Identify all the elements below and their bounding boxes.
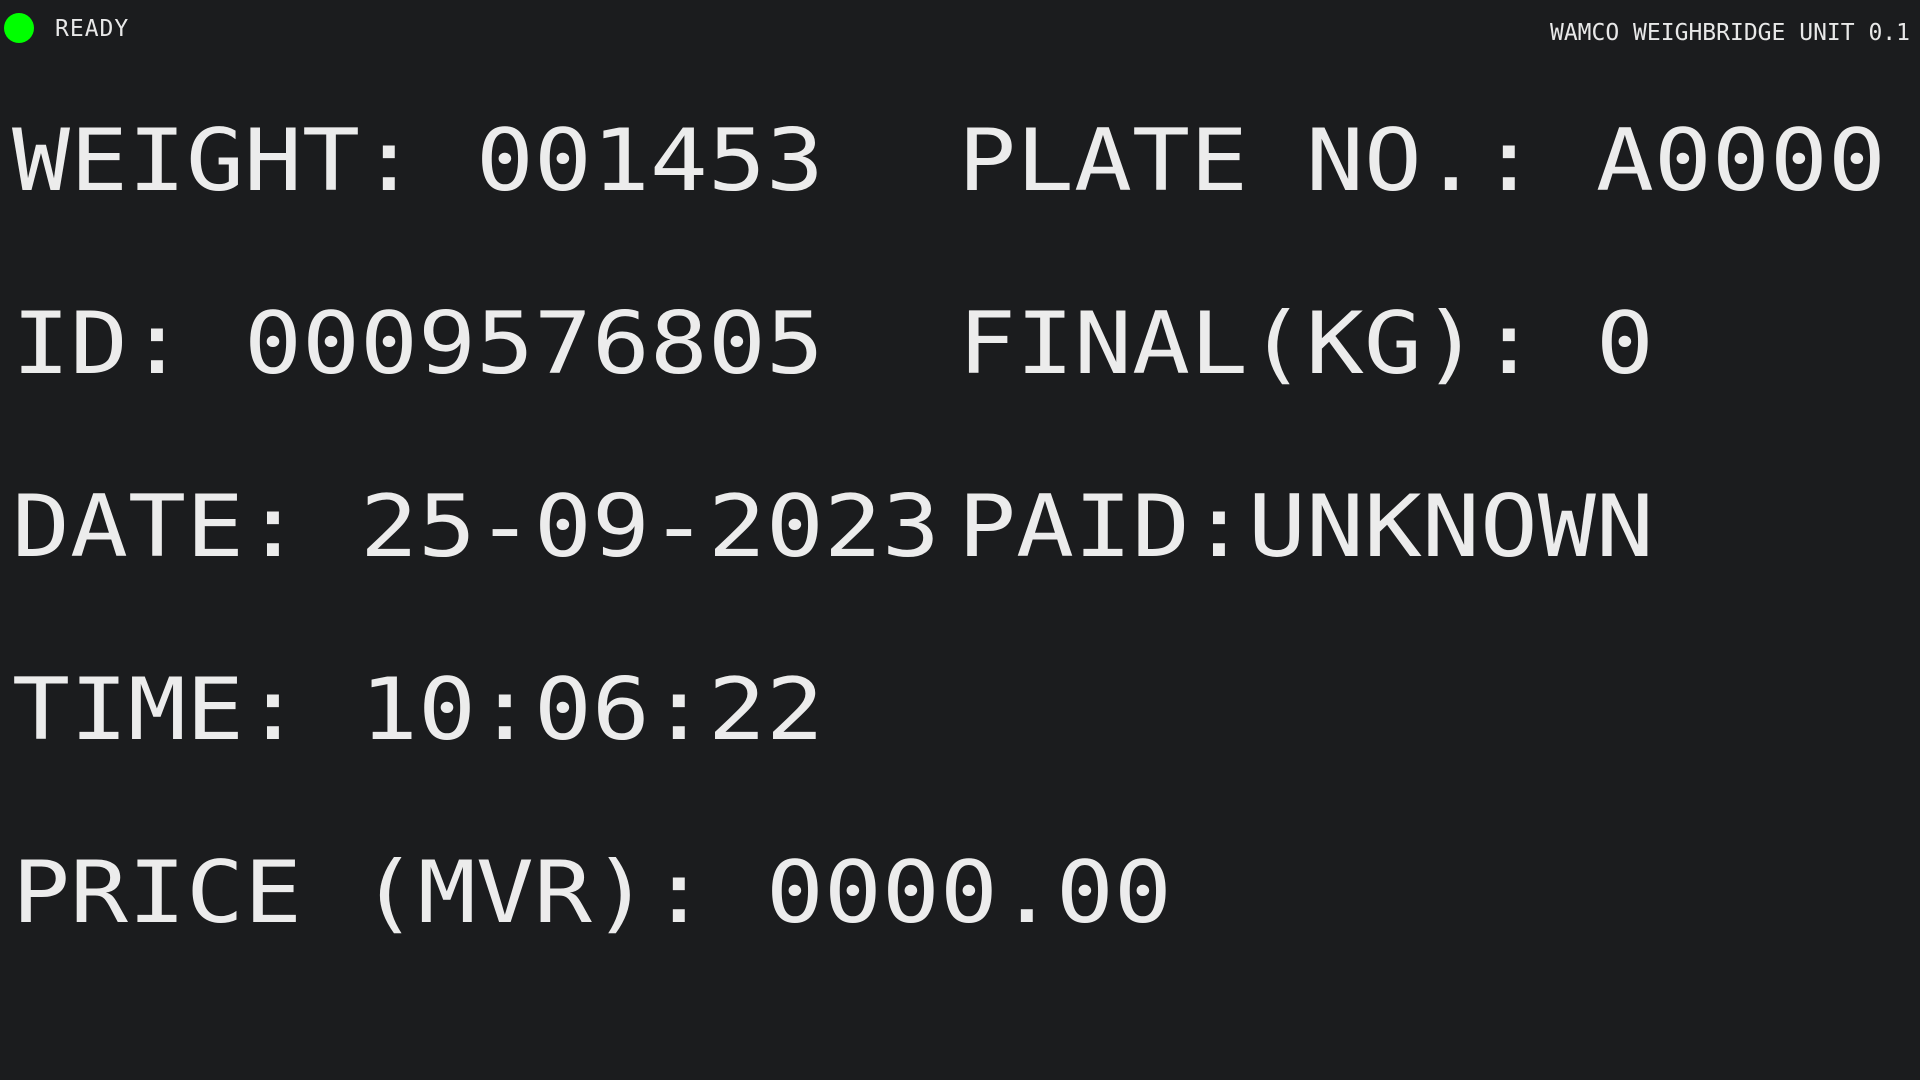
plate-label: PLATE NO.: [958,111,1538,211]
weight-label: WEIGHT: [12,111,418,211]
status-indicator-dot [4,13,34,43]
id-value: 0009576805 [243,294,824,394]
weight-value: 001453 [475,111,824,211]
price-label: PRICE (MVR): [12,843,708,943]
weight-readout: WEIGHT: 001453 [12,118,824,204]
price-value: 0000.00 [765,843,1172,943]
final-weight-label: FINAL(KG): [958,294,1538,394]
time-readout: TIME: 10:06:22 [12,667,824,753]
status-label: READY [55,16,130,42]
time-value: 10:06:22 [359,660,824,760]
date-value: 25-09-2023 [359,477,940,577]
plate-readout: PLATE NO.: A0000 [958,118,1886,204]
paid-readout: PAID:UNKNOWN [958,484,1654,570]
id-label: ID: [12,294,186,394]
final-weight-readout: FINAL(KG): 0 [958,301,1654,387]
unit-title: WAMCO WEIGHBRIDGE UNIT 0.1 [1549,20,1910,46]
paid-value: UNKNOWN [1247,477,1654,577]
final-weight-value: 0 [1595,294,1654,394]
id-readout: ID: 0009576805 [12,301,824,387]
date-label: DATE: [12,477,302,577]
paid-label: PAID: [958,477,1248,577]
price-readout: PRICE (MVR): 0000.00 [12,850,1172,936]
time-label: TIME: [12,660,302,760]
date-readout: DATE: 25-09-2023 [12,484,940,570]
plate-value: A0000 [1595,111,1886,211]
